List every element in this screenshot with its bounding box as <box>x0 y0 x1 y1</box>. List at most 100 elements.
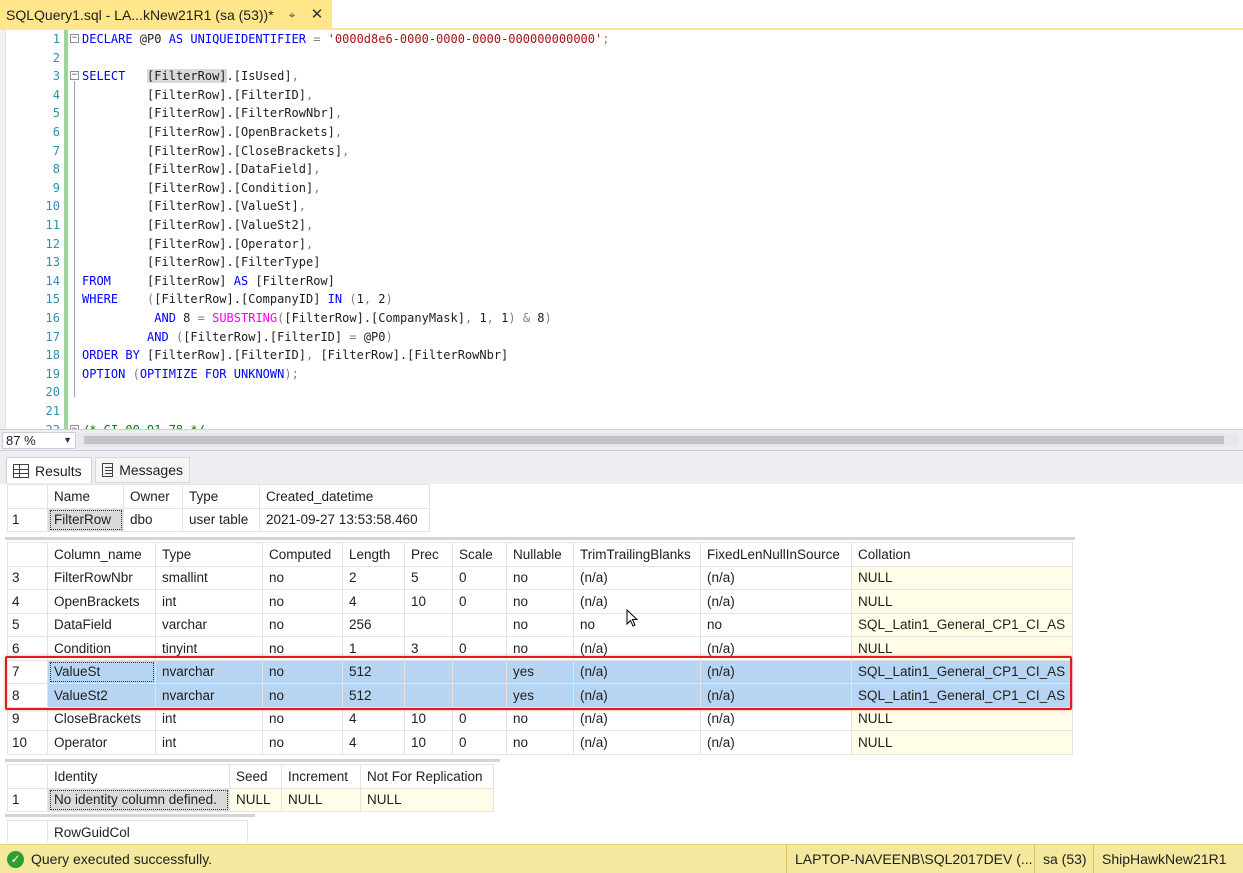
row-number[interactable]: 1 <box>7 507 48 532</box>
table-cell[interactable]: no <box>262 565 343 590</box>
table-cell[interactable]: int <box>155 706 263 731</box>
tab-results[interactable]: Results <box>6 457 92 483</box>
table-cell[interactable]: SQL_Latin1_General_CP1_CI_AS <box>851 612 1073 637</box>
collapse-region-icon[interactable]: − <box>70 34 79 43</box>
column-header[interactable]: RowGuidCol <box>47 820 248 842</box>
code-line[interactable]: 19 OPTION (OPTIMIZE FOR UNKNOWN); <box>0 365 1243 383</box>
row-number[interactable]: 1 <box>7 787 48 812</box>
table-cell[interactable]: no <box>262 612 343 637</box>
column-header[interactable]: Not For Replication <box>360 764 494 789</box>
table-cell[interactable]: varchar <box>155 612 263 637</box>
table-cell[interactable]: 256 <box>342 612 405 637</box>
table-cell[interactable]: (n/a) <box>573 730 701 755</box>
table-cell[interactable]: 4 <box>342 730 405 755</box>
table-cell[interactable]: NULL <box>851 730 1073 755</box>
table-row[interactable]: 9 CloseBrackets int no 4 10 0 no (n/a) (n/a) NULL <box>7 706 1073 731</box>
table-row[interactable]: 3 FilterRowNbr smallint no 2 5 0 no (n/a) (n/a) NU… <box>7 565 1073 590</box>
table-cell[interactable]: 0 <box>452 706 507 731</box>
code-line[interactable]: 5 [FilterRow].[FilterRowNbr], <box>0 104 1243 122</box>
column-header[interactable]: Owner <box>123 484 183 509</box>
table-cell[interactable]: 0 <box>452 565 507 590</box>
table-cell[interactable]: no <box>506 565 574 590</box>
row-number[interactable]: 4 <box>7 589 48 614</box>
table-cell[interactable]: NULL <box>851 589 1073 614</box>
table-cell[interactable]: FilterRow <box>47 507 124 532</box>
column-header[interactable]: Collation <box>851 542 1073 567</box>
table-cell[interactable]: (n/a) <box>700 706 852 731</box>
scrollbar-thumb[interactable] <box>84 436 1224 444</box>
code-line[interactable]: 15 WHERE ([FilterRow].[CompanyID] IN (1, … <box>0 290 1243 308</box>
code-line[interactable]: 11 [FilterRow].[ValueSt2], <box>0 216 1243 234</box>
column-header[interactable]: TrimTrailingBlanks <box>573 542 701 567</box>
table-cell[interactable]: 10 <box>404 706 453 731</box>
row-number[interactable]: 10 <box>7 730 48 755</box>
table-row[interactable]: 10 Operator int no 4 10 0 no (n/a) (n/a) NULL <box>7 730 1073 755</box>
tab-messages[interactable]: Messages <box>95 457 190 483</box>
table-cell[interactable]: NULL <box>229 787 282 812</box>
column-header[interactable]: Increment <box>281 764 361 789</box>
table-cell[interactable]: NULL <box>360 787 494 812</box>
column-header[interactable]: Type <box>155 542 263 567</box>
table-cell[interactable]: NULL <box>851 706 1073 731</box>
table-cell[interactable]: 2021-09-27 13:53:58.460 <box>259 507 430 532</box>
table-cell[interactable]: 0 <box>452 730 507 755</box>
row-number[interactable]: 9 <box>7 706 48 731</box>
row-number[interactable]: 3 <box>7 565 48 590</box>
table-cell[interactable]: 2 <box>342 565 405 590</box>
table-cell[interactable]: No identity column defined. <box>47 787 230 812</box>
code-line[interactable]: 14 FROM [FilterRow] AS [FilterRow] <box>0 272 1243 290</box>
column-header[interactable]: Type <box>182 484 260 509</box>
code-line[interactable]: 7 [FilterRow].[CloseBrackets], <box>0 142 1243 160</box>
code-line[interactable]: 12 [FilterRow].[Operator], <box>0 235 1243 253</box>
code-line[interactable]: 16 AND 8 = SUBSTRING([FilterRow].[Compan… <box>0 309 1243 327</box>
code-line[interactable]: 3− SELECT [FilterRow].[IsUsed], <box>0 67 1243 85</box>
table-cell[interactable]: dbo <box>123 507 183 532</box>
table-cell[interactable]: Operator <box>47 730 156 755</box>
table-cell[interactable]: CloseBrackets <box>47 706 156 731</box>
table-cell[interactable]: DataField <box>47 612 156 637</box>
table-cell[interactable]: 5 <box>404 565 453 590</box>
code-line[interactable]: 21 <box>0 402 1243 420</box>
code-line[interactable]: 8 [FilterRow].[DataField], <box>0 160 1243 178</box>
query-tab[interactable]: SQLQuery1.sql - LA...kNew21R1 (sa (53))*… <box>0 0 332 30</box>
table-cell[interactable]: 0 <box>452 589 507 614</box>
table-cell[interactable]: (n/a) <box>700 730 852 755</box>
table-row[interactable]: 4 OpenBrackets int no 4 10 0 no (n/a) (n/a) NULL <box>7 589 1073 614</box>
table-row[interactable]: 1 No identity column defined. NULL NULL … <box>7 787 494 812</box>
close-icon[interactable]: ✕ <box>309 6 325 24</box>
table-cell[interactable]: int <box>155 589 263 614</box>
table-row[interactable]: 5 DataField varchar no 256 no no no SQL_Latin1_G… <box>7 612 1073 637</box>
table-cell[interactable]: 4 <box>342 589 405 614</box>
column-header[interactable]: Scale <box>452 542 507 567</box>
column-header[interactable]: FixedLenNullInSource <box>700 542 852 567</box>
code-line[interactable]: 20 <box>0 383 1243 401</box>
column-header[interactable]: Column_name <box>47 542 156 567</box>
column-header[interactable]: Seed <box>229 764 282 789</box>
table-cell[interactable]: int <box>155 730 263 755</box>
table-cell[interactable]: OpenBrackets <box>47 589 156 614</box>
code-line[interactable]: 10 [FilterRow].[ValueSt], <box>0 197 1243 215</box>
table-cell[interactable]: (n/a) <box>573 706 701 731</box>
sql-editor[interactable]: 1− DECLARE @P0 AS UNIQUEIDENTIFIER = '000… <box>0 30 1243 429</box>
table-cell[interactable]: FilterRowNbr <box>47 565 156 590</box>
code-line[interactable]: 17 AND ([FilterRow].[FilterID] = @P0) <box>0 328 1243 346</box>
column-header[interactable]: Created_datetime <box>259 484 430 509</box>
table-cell[interactable]: no <box>506 706 574 731</box>
table-cell[interactable]: 10 <box>404 589 453 614</box>
table-cell[interactable]: NULL <box>851 565 1073 590</box>
table-cell[interactable]: (n/a) <box>573 565 701 590</box>
table-cell[interactable]: user table <box>182 507 260 532</box>
table-cell[interactable]: no <box>506 730 574 755</box>
code-line[interactable]: 6 [FilterRow].[OpenBrackets], <box>0 123 1243 141</box>
code-line[interactable]: 2 <box>0 49 1243 67</box>
column-header[interactable]: Name <box>47 484 124 509</box>
column-header[interactable]: Prec <box>404 542 453 567</box>
horizontal-scrollbar[interactable] <box>78 433 1238 447</box>
zoom-dropdown[interactable]: 87 % ▼ <box>2 432 76 449</box>
table-cell[interactable]: NULL <box>281 787 361 812</box>
table-cell[interactable]: 4 <box>342 706 405 731</box>
code-line[interactable]: 22−/* GI.00.91.78 */ <box>0 421 1243 429</box>
table-cell[interactable]: (n/a) <box>700 565 852 590</box>
table-cell[interactable]: no <box>506 612 574 637</box>
code-line[interactable]: 9 [FilterRow].[Condition], <box>0 179 1243 197</box>
